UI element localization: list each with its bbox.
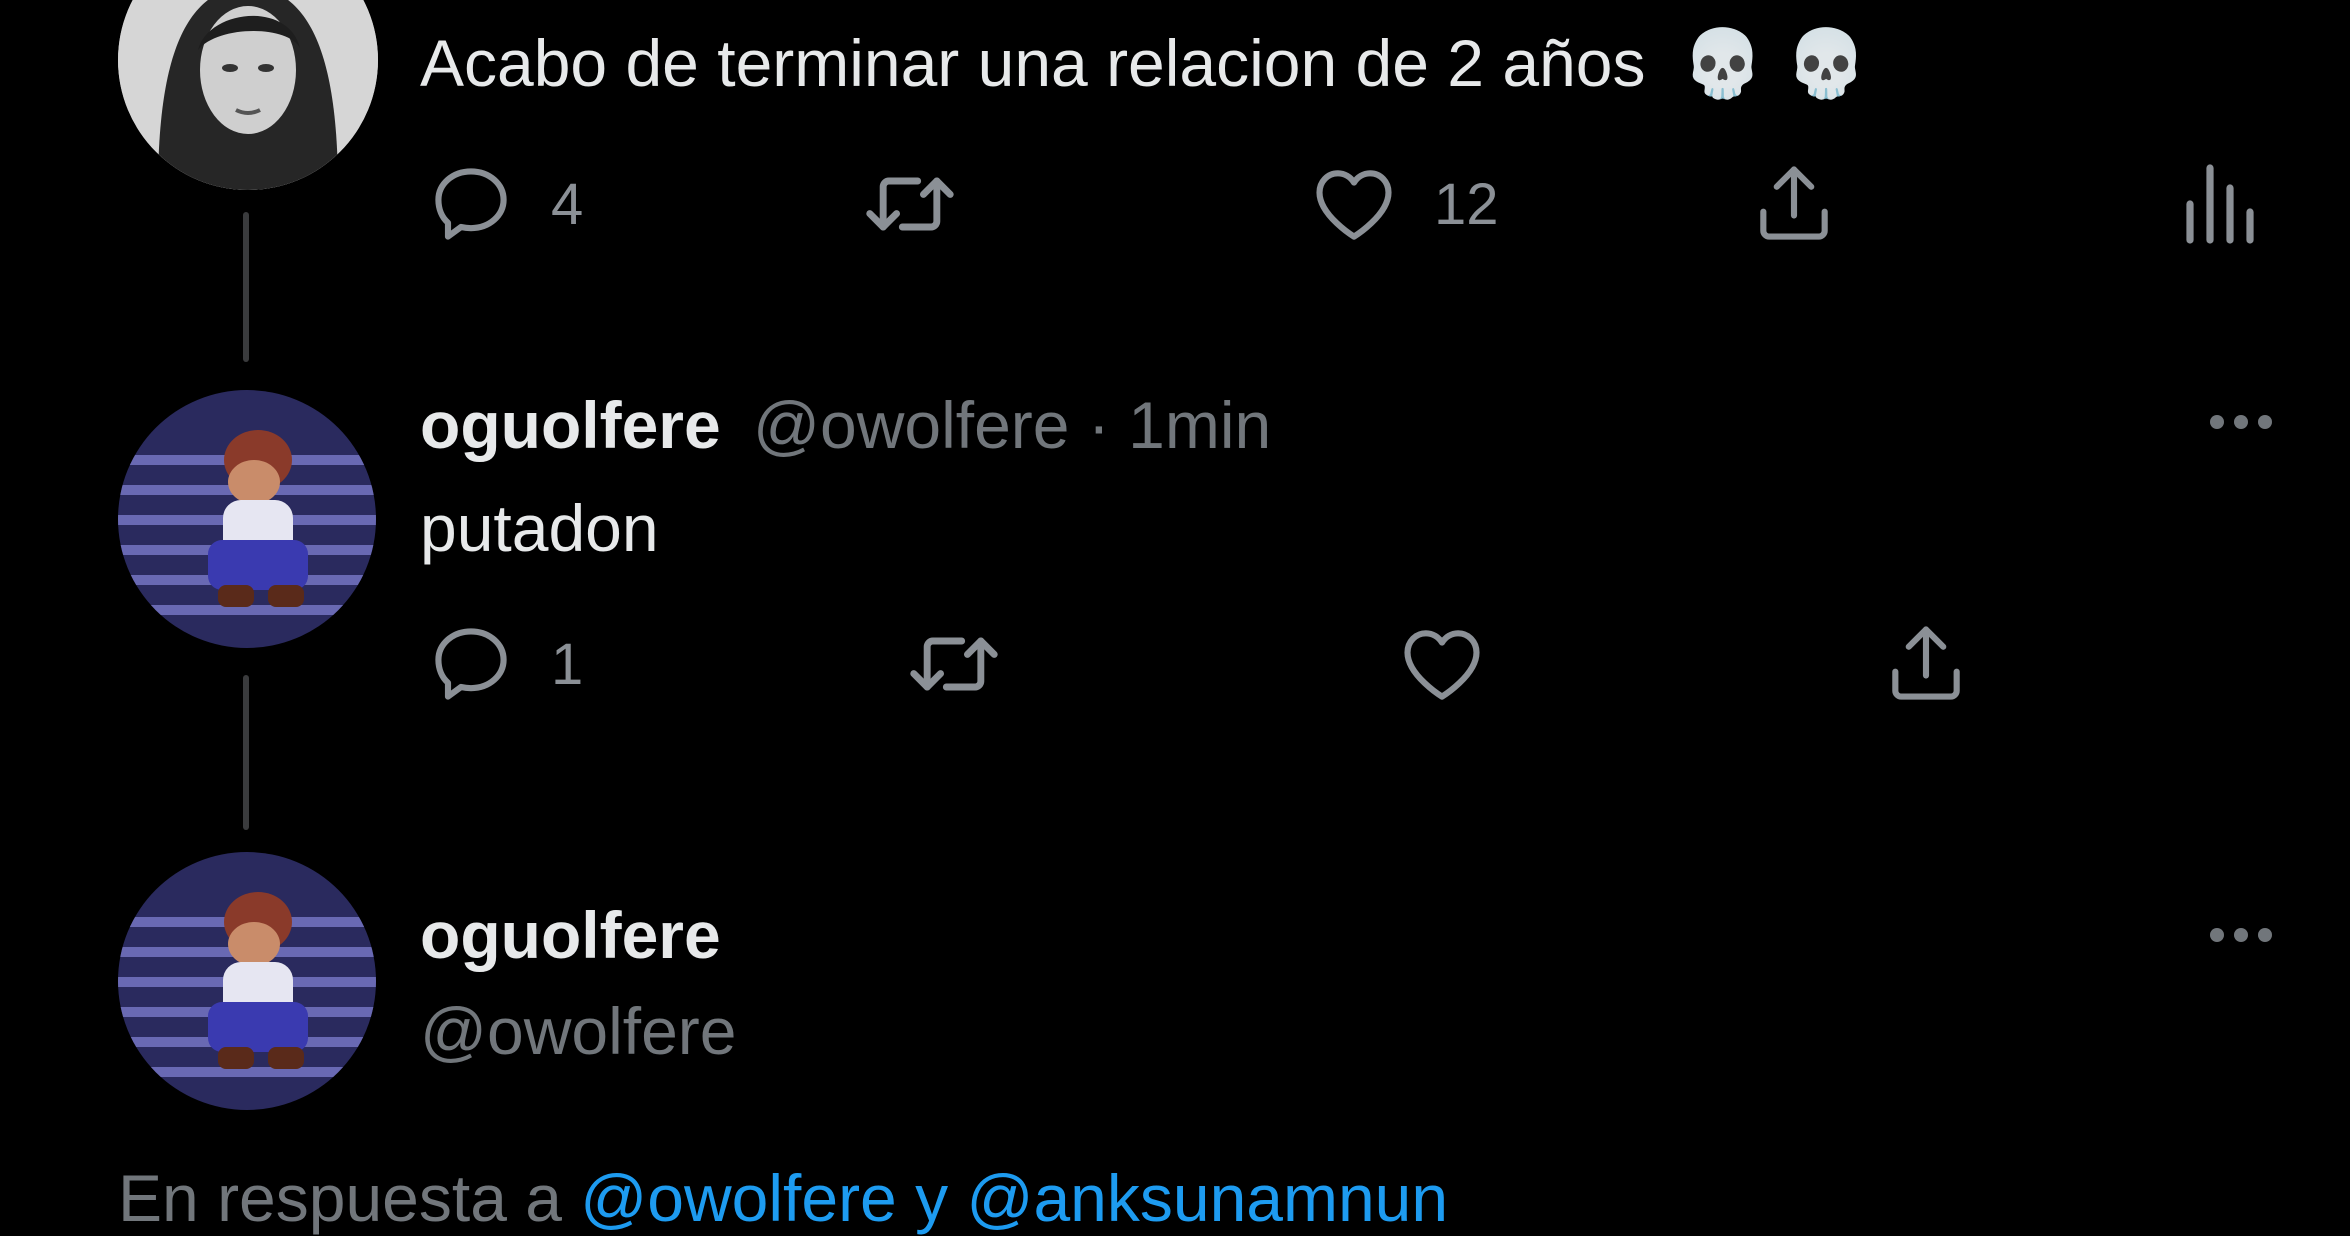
more-icon-dot [2234, 928, 2248, 942]
tweet-text-body: Acabo de terminar una relacion de 2 años [420, 26, 1646, 100]
avatar-oguolfere[interactable] [118, 852, 376, 1110]
separator-dot: · [1087, 388, 1110, 462]
analytics-icon [2186, 164, 2254, 244]
share-icon [1892, 626, 1960, 700]
display-name[interactable]: oguolfere [420, 902, 721, 968]
more-options-button[interactable] [2210, 928, 2272, 942]
share-button[interactable] [1880, 618, 1972, 710]
analytics-button[interactable] [2178, 160, 2258, 248]
display-name[interactable]: oguolfere [420, 388, 721, 462]
thread-line [243, 675, 249, 830]
share-button[interactable] [1748, 158, 1840, 250]
more-icon-dot [2258, 928, 2272, 942]
reply-icon [435, 628, 507, 700]
retweet-button[interactable] [858, 158, 996, 250]
more-icon-dot [2210, 415, 2224, 429]
timestamp[interactable]: 1min [1128, 388, 1271, 462]
reply-button[interactable]: 4 [425, 158, 583, 250]
more-icon-dot [2234, 415, 2248, 429]
retweet-icon [866, 177, 954, 231]
avatar-girl[interactable] [118, 0, 378, 190]
heart-icon [1404, 630, 1480, 700]
mention-link[interactable]: @anksunamnun [966, 1161, 1448, 1235]
heart-icon [1316, 170, 1392, 240]
more-icon-dot [2258, 415, 2272, 429]
reply-context: En respuesta a @owolfere y @anksunamnun [118, 1160, 1448, 1236]
tweet-text: Acabo de terminar una relacion de 2 años… [420, 30, 1867, 97]
more-options-button[interactable] [2210, 415, 2272, 429]
like-button[interactable] [1396, 618, 1522, 710]
user-handle[interactable]: @owolfere [753, 388, 1069, 462]
reply-button[interactable]: 1 [425, 618, 583, 710]
skull-emoji: 💀 💀 [1681, 25, 1868, 102]
retweet-icon [910, 637, 998, 691]
more-icon-dot [2210, 928, 2224, 942]
avatar-oguolfere[interactable] [118, 390, 376, 648]
like-count: 12 [1434, 171, 1499, 237]
reply-context-prefix: En respuesta a [118, 1161, 562, 1235]
share-icon [1760, 166, 1828, 240]
tweet-header: oguolfere @owolfere · 1min [420, 392, 1271, 458]
mention-link[interactable]: @owolfere [580, 1161, 896, 1235]
reply-icon [435, 168, 507, 240]
tweet-text: putadon [420, 491, 659, 565]
retweet-button[interactable] [902, 618, 1040, 710]
like-button[interactable]: 12 [1308, 158, 1499, 250]
thread-line [243, 212, 249, 362]
reply-context-conjunction: y [915, 1161, 949, 1235]
reply-count: 4 [551, 171, 584, 237]
reply-count: 1 [551, 631, 584, 697]
user-handle[interactable]: @owolfere [420, 998, 736, 1064]
